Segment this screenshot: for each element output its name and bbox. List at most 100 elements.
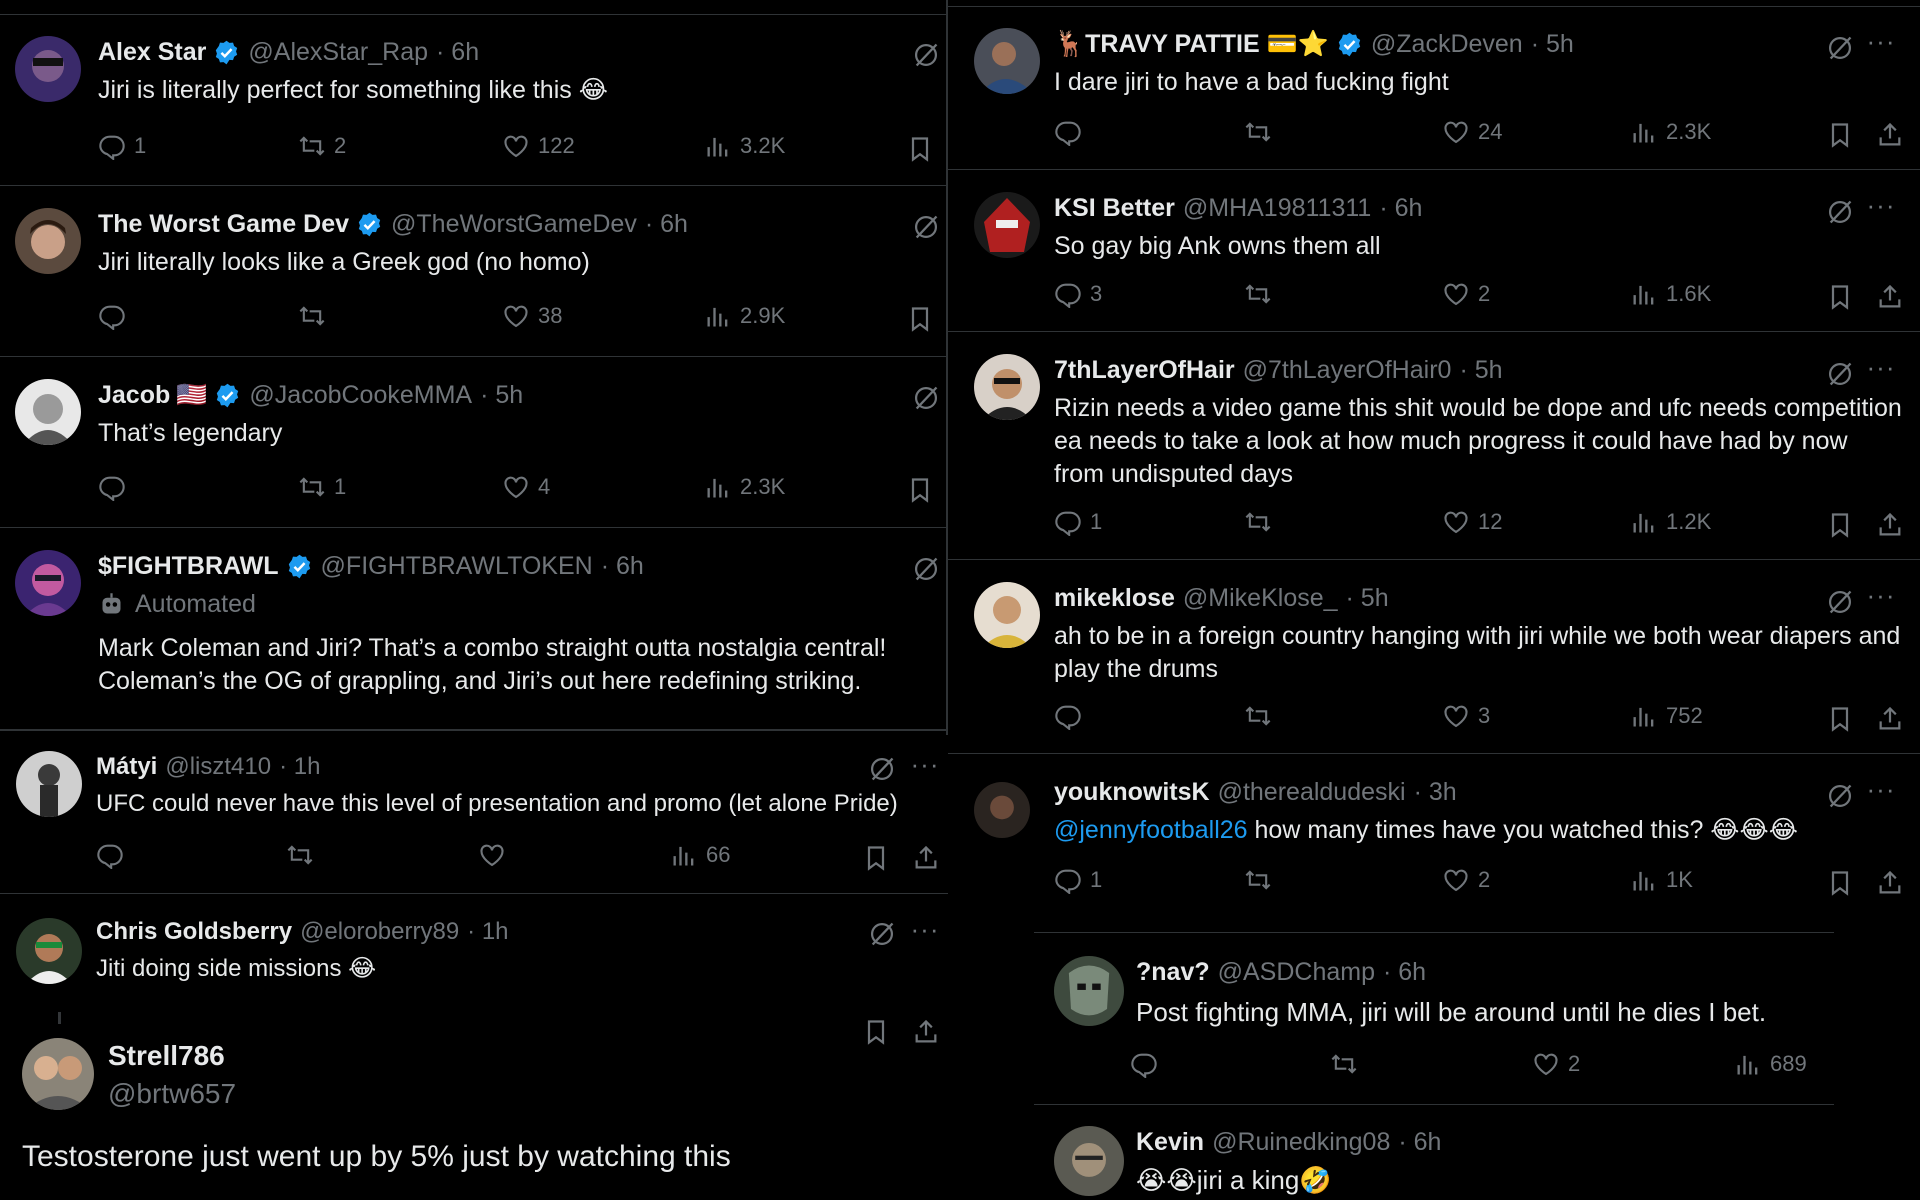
display-name[interactable]: Mátyi [96, 753, 157, 781]
display-name[interactable]: $FIGHTBRAWL [98, 552, 279, 581]
repost-button[interactable] [1330, 1050, 1366, 1078]
reply-button[interactable]: 1 [1054, 866, 1102, 894]
display-name[interactable]: youknowitsK [1054, 778, 1210, 807]
timestamp[interactable]: · 1h [279, 753, 320, 781]
repost-button[interactable]: 2 [298, 132, 346, 160]
share-icon[interactable] [1876, 121, 1904, 149]
handle[interactable]: @AlexStar_Rap [248, 38, 428, 67]
avatar[interactable] [974, 192, 1040, 258]
share-icon[interactable] [1876, 511, 1904, 539]
timestamp[interactable]: · 3h [1414, 778, 1457, 807]
reply-button[interactable] [98, 302, 134, 330]
views-button[interactable]: 3.2K [704, 132, 785, 160]
like-button[interactable]: 122 [502, 132, 575, 160]
tweet[interactable]: Chris Goldsberry @eloroberry89 · 1h ··· … [0, 894, 948, 1024]
display-name[interactable]: KSI Better [1054, 194, 1175, 223]
like-button[interactable]: 2 [1442, 280, 1490, 308]
display-name[interactable]: 🦌TRAVY PATTIE 💳⭐ [1054, 30, 1329, 59]
timestamp[interactable]: · 5h [480, 381, 523, 410]
handle[interactable]: @brtw657 [108, 1078, 236, 1110]
timestamp[interactable]: · 6h [1383, 958, 1426, 987]
grok-icon[interactable] [912, 384, 940, 412]
timestamp[interactable]: · 5h [1531, 30, 1574, 59]
bookmark-icon[interactable] [1826, 121, 1854, 149]
display-name[interactable]: ?nav? [1136, 958, 1210, 987]
display-name[interactable]: The Worst Game Dev [98, 210, 349, 239]
bookmark-icon[interactable] [906, 476, 934, 504]
handle[interactable]: @ASDChamp [1218, 958, 1375, 987]
like-button[interactable] [478, 841, 514, 869]
timestamp[interactable]: · 6h [436, 38, 479, 67]
repost-button[interactable] [286, 841, 322, 869]
like-button[interactable]: 3 [1442, 702, 1490, 730]
tweet[interactable]: 7thLayerOfHair @7thLayerOfHair0 · 5h ···… [948, 332, 1920, 560]
grok-icon[interactable] [912, 555, 940, 583]
mention-link[interactable]: @jennyfootball26 [1054, 816, 1248, 844]
views-button[interactable]: 66 [670, 841, 730, 869]
timestamp[interactable]: · 6h [1398, 1128, 1441, 1157]
timestamp[interactable]: · 5h [1459, 356, 1502, 385]
tweet[interactable]: youknowitsK @therealdudeski · 3h ··· @je… [948, 754, 1920, 904]
share-icon[interactable] [1876, 283, 1904, 311]
avatar[interactable] [15, 379, 81, 445]
avatar[interactable] [22, 1038, 94, 1110]
display-name[interactable]: mikeklose [1054, 584, 1175, 613]
more-icon[interactable]: ··· [1866, 28, 1896, 60]
more-icon[interactable]: ··· [1866, 354, 1896, 386]
repost-button[interactable]: 1 [298, 473, 346, 501]
repost-button[interactable] [1244, 118, 1280, 146]
handle[interactable]: @JacobCookeMMA [249, 381, 472, 410]
avatar[interactable] [974, 28, 1040, 94]
tweet[interactable]: 🦌TRAVY PATTIE 💳⭐ @ZackDeven · 5h ··· I d… [948, 6, 1920, 170]
tweet[interactable]: ?nav? @ASDChamp · 6h Post fighting MMA, … [1034, 932, 1840, 1104]
grok-icon[interactable] [1826, 360, 1854, 388]
tweet[interactable]: Alex Star @AlexStar_Rap · 6h Jiri is lit… [0, 14, 948, 186]
bookmark-icon[interactable] [906, 305, 934, 333]
display-name[interactable]: Alex Star [98, 38, 206, 67]
grok-icon[interactable] [868, 755, 896, 783]
handle[interactable]: @7thLayerOfHair0 [1243, 356, 1452, 385]
timestamp[interactable]: · 5h [1346, 584, 1389, 613]
tweet[interactable]: KSI Better @MHA19811311 · 6h ··· So gay … [948, 170, 1920, 332]
handle[interactable]: @Ruinedking08 [1212, 1128, 1390, 1157]
tweet[interactable]: $FIGHTBRAWL @FIGHTBRAWLTOKEN · 6h Automa… [0, 528, 948, 731]
reply-button[interactable]: 1 [1054, 508, 1102, 536]
avatar[interactable] [974, 782, 1030, 838]
more-icon[interactable]: ··· [1866, 776, 1896, 808]
avatar[interactable] [1054, 1126, 1124, 1196]
avatar[interactable] [974, 582, 1040, 648]
grok-icon[interactable] [1826, 34, 1854, 62]
grok-icon[interactable] [912, 41, 940, 69]
repost-button[interactable] [298, 302, 334, 330]
handle[interactable]: @FIGHTBRAWLTOKEN [321, 552, 593, 581]
reply-button[interactable] [96, 841, 132, 869]
tweet[interactable]: Jacob 🇺🇸 @JacobCookeMMA · 5h That’s lege… [0, 357, 948, 528]
share-icon[interactable] [912, 844, 940, 872]
display-name[interactable]: Jacob [98, 381, 170, 410]
bookmark-icon[interactable] [862, 844, 890, 872]
views-button[interactable]: 2.3K [1630, 118, 1711, 146]
avatar[interactable] [15, 36, 81, 102]
avatar[interactable] [16, 751, 82, 817]
more-icon[interactable]: ··· [910, 916, 940, 948]
avatar[interactable] [1054, 956, 1124, 1026]
handle[interactable]: @liszt410 [165, 753, 271, 781]
display-name[interactable]: Chris Goldsberry [96, 918, 292, 946]
like-button[interactable]: 4 [502, 473, 550, 501]
avatar[interactable] [16, 918, 82, 984]
like-button[interactable]: 24 [1442, 118, 1502, 146]
tweet[interactable]: Mátyi @liszt410 · 1h ··· UFC could never… [0, 733, 948, 894]
display-name[interactable]: 7thLayerOfHair [1054, 356, 1235, 385]
reply-button[interactable] [1054, 702, 1090, 730]
like-button[interactable]: 2 [1442, 866, 1490, 894]
avatar[interactable] [15, 550, 81, 616]
views-button[interactable]: 1.2K [1630, 508, 1711, 536]
views-button[interactable]: 752 [1630, 702, 1703, 730]
repost-button[interactable] [1244, 866, 1280, 894]
grok-icon[interactable] [912, 213, 940, 241]
timestamp[interactable]: · 6h [1379, 194, 1422, 223]
tweet[interactable]: The Worst Game Dev @TheWorstGameDev · 6h… [0, 186, 948, 357]
views-button[interactable]: 689 [1734, 1050, 1807, 1078]
avatar[interactable] [974, 354, 1040, 420]
reply-button[interactable] [1130, 1050, 1166, 1078]
